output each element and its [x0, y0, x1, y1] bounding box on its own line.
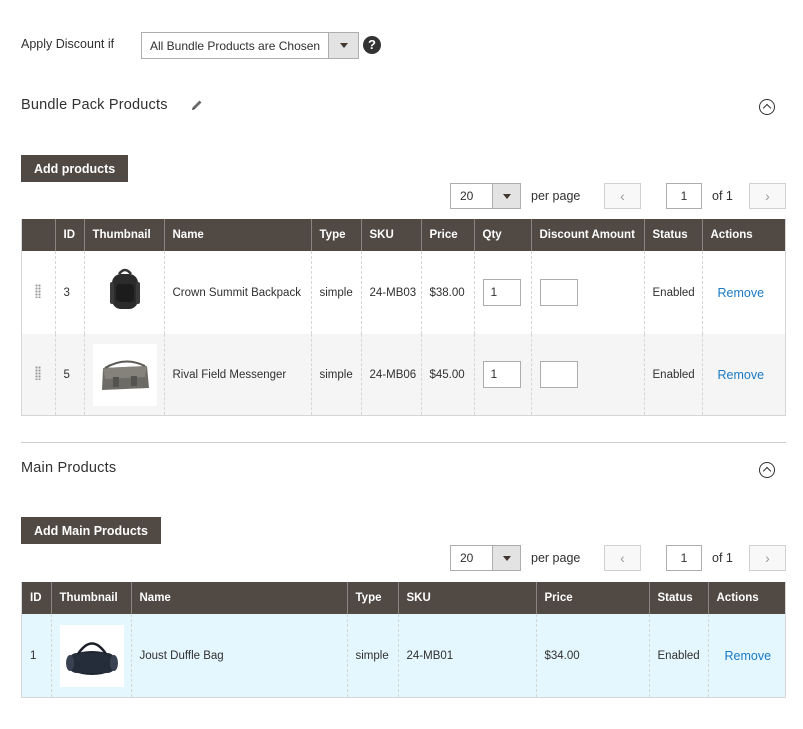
- cell-price: $38.00: [420, 251, 474, 334]
- col-sku[interactable]: SKU: [360, 219, 421, 251]
- qty-input[interactable]: 1: [482, 279, 521, 306]
- cell-price: $34.00: [535, 614, 649, 697]
- select-toggle[interactable]: [328, 33, 358, 58]
- col-status[interactable]: Status: [643, 219, 702, 251]
- remove-link[interactable]: Remove: [718, 368, 765, 382]
- main-section-title: Main Products: [21, 460, 117, 476]
- page-number-input[interactable]: 1: [666, 183, 702, 209]
- cell-name: Joust Duffle Bag: [130, 614, 347, 697]
- col-price[interactable]: Price: [535, 582, 649, 614]
- main-grid-header: ID Thumbnail Name Type SKU Price Status …: [22, 582, 785, 614]
- edit-pencil-icon[interactable]: [190, 98, 204, 112]
- col-thumbnail: Thumbnail: [50, 582, 131, 614]
- col-type[interactable]: Type: [310, 219, 361, 251]
- drag-handle-icon[interactable]: [35, 284, 42, 298]
- duffle-bag-icon: [65, 641, 118, 675]
- remove-link[interactable]: Remove: [718, 286, 765, 300]
- cell-sku: 24-MB06: [360, 334, 421, 415]
- cell-type: simple: [346, 614, 398, 697]
- backpack-icon: [109, 268, 140, 309]
- add-products-button[interactable]: Add products: [21, 155, 129, 182]
- bundle-per-page-select[interactable]: 20: [450, 183, 521, 209]
- per-page-value: 20: [460, 551, 474, 565]
- collapse-main-section-icon[interactable]: [759, 462, 775, 478]
- section-divider: [21, 442, 786, 443]
- next-page-button[interactable]: ›: [749, 183, 786, 209]
- col-thumbnail: Thumbnail: [83, 219, 164, 251]
- apply-discount-selected-value: All Bundle Products are Chosen: [150, 39, 321, 53]
- cell-type: simple: [310, 334, 361, 415]
- col-discount-amount: Discount Amount: [530, 219, 644, 251]
- per-page-toggle[interactable]: [492, 546, 520, 570]
- chevron-down-icon: [340, 43, 348, 48]
- cell-sku: 24-MB01: [397, 614, 536, 697]
- main-per-page-select[interactable]: 20: [450, 545, 521, 571]
- col-price[interactable]: Price: [420, 219, 474, 251]
- cell-id: 1: [22, 614, 51, 697]
- apply-discount-select[interactable]: All Bundle Products are Chosen: [141, 32, 359, 59]
- col-id[interactable]: ID: [22, 582, 51, 614]
- discount-amount-input[interactable]: [539, 279, 578, 306]
- col-id[interactable]: ID: [54, 219, 84, 251]
- cell-type: simple: [310, 251, 361, 334]
- col-drag: [22, 219, 55, 251]
- col-actions: Actions: [707, 582, 785, 614]
- col-sku[interactable]: SKU: [397, 582, 536, 614]
- product-thumbnail: [59, 624, 124, 687]
- help-icon[interactable]: ?: [363, 36, 381, 54]
- collapse-bundle-section-icon[interactable]: [759, 99, 775, 115]
- product-thumbnail: [92, 261, 157, 324]
- per-page-toggle[interactable]: [492, 184, 520, 208]
- cell-price: $45.00: [420, 334, 474, 415]
- add-main-products-button[interactable]: Add Main Products: [21, 517, 161, 544]
- col-name[interactable]: Name: [163, 219, 311, 251]
- col-status[interactable]: Status: [648, 582, 708, 614]
- table-row: 5 Rival Field Messenger simple 24-MB06 $…: [22, 334, 785, 415]
- table-row: 1 Joust Duffle Bag simple 24-MB01 $34.00…: [22, 614, 785, 697]
- per-page-label: per page: [531, 189, 581, 203]
- cell-status: Enabled: [643, 251, 702, 334]
- col-type[interactable]: Type: [346, 582, 398, 614]
- main-products-grid: ID Thumbnail Name Type SKU Price Status …: [21, 582, 786, 698]
- apply-discount-label: Apply Discount if: [21, 37, 115, 51]
- page-count-label: of 1: [712, 551, 733, 565]
- qty-input[interactable]: 1: [482, 361, 521, 388]
- prev-page-button[interactable]: ‹: [604, 183, 641, 209]
- bundle-grid-header: ID Thumbnail Name Type SKU Price Qty Dis…: [22, 219, 785, 251]
- discount-amount-input[interactable]: [539, 361, 578, 388]
- col-actions: Actions: [701, 219, 785, 251]
- product-thumbnail: [92, 343, 157, 406]
- cell-id: 5: [54, 334, 84, 415]
- cell-name: Rival Field Messenger: [163, 334, 311, 415]
- prev-page-button[interactable]: ‹: [604, 545, 641, 571]
- per-page-label: per page: [531, 551, 581, 565]
- messenger-bag-icon: [101, 360, 149, 390]
- chevron-down-icon: [503, 556, 511, 561]
- col-qty: Qty: [473, 219, 531, 251]
- cell-status: Enabled: [648, 614, 708, 697]
- cell-id: 3: [54, 251, 84, 334]
- next-page-button[interactable]: ›: [749, 545, 786, 571]
- chevron-down-icon: [503, 194, 511, 199]
- page-count-label: of 1: [712, 189, 733, 203]
- drag-handle-icon[interactable]: [35, 366, 42, 380]
- bundle-products-grid: ID Thumbnail Name Type SKU Price Qty Dis…: [21, 219, 786, 416]
- page-number-input[interactable]: 1: [666, 545, 702, 571]
- table-row: 3 Crown Summit Backpack simple 24-MB03 $…: [22, 251, 785, 334]
- per-page-value: 20: [460, 189, 474, 203]
- remove-link[interactable]: Remove: [725, 649, 772, 663]
- cell-name: Crown Summit Backpack: [163, 251, 311, 334]
- cell-status: Enabled: [643, 334, 702, 415]
- cell-sku: 24-MB03: [360, 251, 421, 334]
- bundle-section-title: Bundle Pack Products: [21, 97, 168, 113]
- col-name[interactable]: Name: [130, 582, 347, 614]
